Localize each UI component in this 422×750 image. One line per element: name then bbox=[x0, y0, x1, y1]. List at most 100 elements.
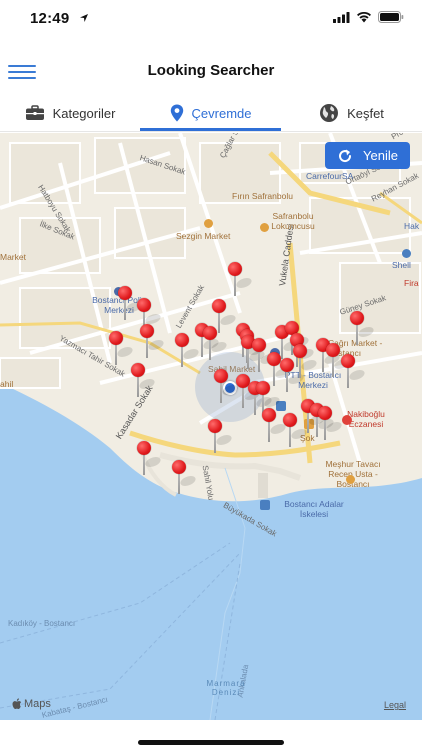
pin-needle bbox=[218, 311, 220, 333]
pin-needle bbox=[143, 453, 145, 475]
pin-needle bbox=[242, 386, 244, 408]
navigation-bar: Looking Searcher bbox=[0, 52, 422, 92]
map-pin[interactable] bbox=[326, 343, 352, 379]
poi-safranbolu-lokumcusu[interactable]: Safranbolu Lokumcusu bbox=[262, 211, 324, 231]
briefcase-icon bbox=[25, 105, 44, 120]
sea-label: Marmara Denizi bbox=[206, 679, 246, 697]
refresh-button[interactable]: Yenile bbox=[325, 142, 410, 169]
map-pin[interactable] bbox=[208, 419, 234, 455]
tab-kategoriler[interactable]: Kategoriler bbox=[0, 94, 140, 132]
pin-head bbox=[203, 326, 217, 340]
pin-needle bbox=[178, 472, 180, 494]
home-indicator-area bbox=[0, 720, 422, 750]
map-pin[interactable] bbox=[109, 331, 135, 367]
pin-needle bbox=[247, 347, 249, 369]
map-pin[interactable] bbox=[252, 338, 278, 374]
battery-icon bbox=[378, 11, 404, 23]
location-pin-icon bbox=[170, 104, 183, 122]
map-pin[interactable] bbox=[203, 326, 229, 362]
status-bar: 12:49 bbox=[0, 0, 422, 40]
poi-ahil[interactable]: ahil bbox=[0, 379, 13, 389]
pin-head bbox=[118, 286, 132, 300]
map-pin[interactable] bbox=[262, 408, 288, 444]
shop-icon bbox=[260, 223, 269, 232]
tab-kesfet[interactable]: Keşfet bbox=[281, 94, 422, 132]
pin-head bbox=[256, 381, 270, 395]
map-pin[interactable] bbox=[283, 413, 309, 449]
pin-head bbox=[318, 406, 332, 420]
status-icons bbox=[333, 11, 404, 23]
map-pin[interactable] bbox=[118, 286, 144, 322]
pin-needle bbox=[124, 298, 126, 320]
ferry-route-label: Kadıköy - Bostancı bbox=[8, 619, 76, 628]
map-pin[interactable] bbox=[172, 460, 198, 496]
map-pin[interactable] bbox=[341, 354, 367, 390]
pin-needle bbox=[268, 420, 270, 442]
tab-cevremde[interactable]: Çevremde bbox=[140, 94, 281, 132]
map-pin[interactable] bbox=[137, 441, 163, 477]
poi-sezgin-market[interactable]: Sezgin Market bbox=[176, 231, 230, 241]
map-pin[interactable] bbox=[214, 369, 240, 405]
map-view[interactable]: Hatboyu Sokak İlke Sokak Hasan Sokak Çağ… bbox=[0, 133, 422, 720]
pin-head bbox=[208, 419, 222, 433]
pin-needle bbox=[181, 345, 183, 367]
pin-needle bbox=[258, 350, 260, 372]
pin-needle bbox=[324, 418, 326, 440]
pin-needle bbox=[146, 336, 148, 358]
pin-head bbox=[262, 408, 276, 422]
pin-needle bbox=[220, 381, 222, 403]
poi-shell[interactable]: Shell bbox=[392, 260, 411, 270]
pin-head bbox=[341, 354, 355, 368]
refresh-label: Yenile bbox=[363, 148, 398, 163]
legal-link[interactable]: Legal bbox=[384, 700, 406, 710]
tab-label: Keşfet bbox=[347, 105, 384, 121]
pin-head bbox=[140, 324, 154, 338]
map-pin[interactable] bbox=[228, 262, 254, 298]
map-pin[interactable] bbox=[140, 324, 166, 360]
map-pin[interactable] bbox=[280, 358, 306, 394]
maps-attribution-label: Maps bbox=[24, 698, 51, 710]
pin-needle bbox=[332, 355, 334, 377]
poi-market[interactable]: Market bbox=[0, 252, 26, 262]
pin-head bbox=[350, 311, 364, 325]
maps-attribution: Maps bbox=[12, 698, 51, 710]
pin-needle bbox=[115, 343, 117, 365]
pin-needle bbox=[299, 356, 301, 378]
poi-carrefoursa[interactable]: CarrefourSA bbox=[306, 171, 353, 181]
poi-bostanci-adalar-iskelesi[interactable]: Bostancı Adalar İskelesi bbox=[274, 499, 354, 519]
pin-head bbox=[326, 343, 340, 357]
pin-head bbox=[172, 460, 186, 474]
pin-needle bbox=[347, 366, 349, 388]
signal-icon bbox=[333, 11, 350, 23]
map-pin[interactable] bbox=[293, 344, 319, 380]
pin-head bbox=[137, 441, 151, 455]
poi-firin-safranbolu[interactable]: Fırın Safranbolu bbox=[232, 191, 293, 201]
pin-needle bbox=[273, 364, 275, 386]
poi-hak[interactable]: Hak bbox=[404, 221, 419, 231]
poi-fira[interactable]: Fira bbox=[404, 278, 419, 288]
active-tab-indicator bbox=[140, 128, 281, 131]
status-time: 12:49 bbox=[30, 10, 70, 27]
map-pin[interactable] bbox=[350, 311, 376, 347]
map-pin[interactable] bbox=[131, 363, 157, 399]
pin-needle bbox=[356, 323, 358, 345]
pin-head bbox=[252, 338, 266, 352]
map-pin[interactable] bbox=[318, 406, 344, 442]
apple-logo-icon bbox=[12, 698, 22, 709]
pharmacy-icon bbox=[342, 415, 352, 425]
pin-needle bbox=[286, 370, 288, 392]
pin-head bbox=[131, 363, 145, 377]
home-indicator[interactable] bbox=[138, 740, 284, 745]
pin-head bbox=[267, 352, 281, 366]
pin-head bbox=[293, 344, 307, 358]
pin-needle bbox=[214, 431, 216, 453]
poi-meshur-tavaci[interactable]: Meşhur Tavacı Recep Usta - Bostancı bbox=[318, 459, 388, 489]
globe-icon bbox=[320, 104, 339, 122]
map-pin[interactable] bbox=[175, 333, 201, 369]
pin-head bbox=[137, 298, 151, 312]
pin-needle bbox=[322, 350, 324, 372]
pin-needle bbox=[234, 274, 236, 296]
pin-head bbox=[280, 358, 294, 372]
tab-label: Çevremde bbox=[191, 105, 252, 121]
pin-head bbox=[283, 413, 297, 427]
